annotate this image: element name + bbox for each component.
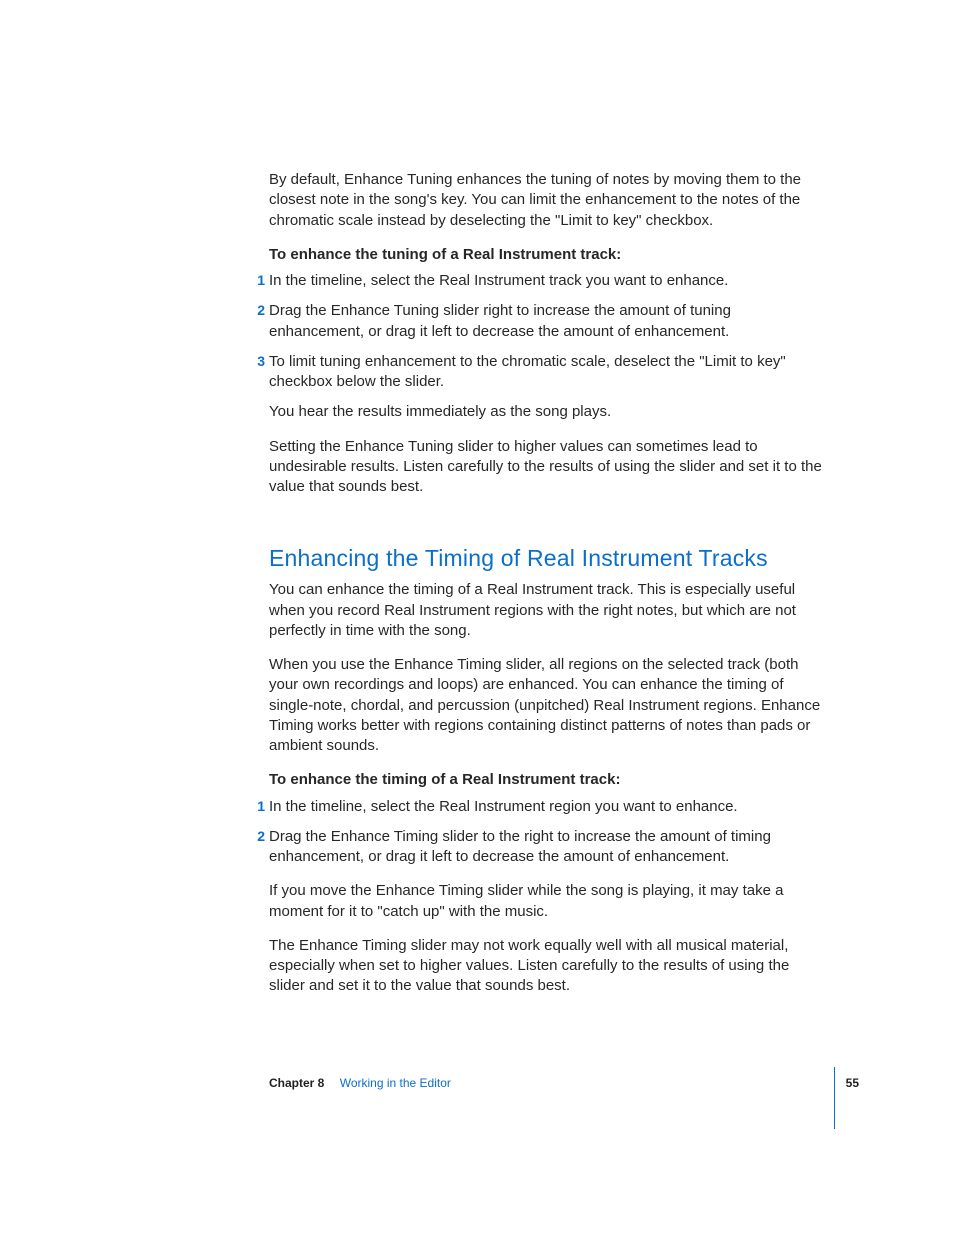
step-item: 1 In the timeline, select the Real Instr…	[269, 797, 829, 817]
page-content: By default, Enhance Tuning enhances the …	[269, 170, 829, 1011]
step-text: In the timeline, select the Real Instrum…	[269, 798, 738, 815]
step-number: 1	[251, 797, 265, 816]
step-text: In the timeline, select the Real Instrum…	[269, 272, 728, 289]
paragraph: You can enhance the timing of a Real Ins…	[269, 580, 829, 641]
paragraph: By default, Enhance Tuning enhances the …	[269, 170, 829, 231]
paragraph: You hear the results immediately as the …	[269, 402, 829, 422]
step-text: To limit tuning enhancement to the chrom…	[269, 353, 786, 390]
footer-divider	[834, 1067, 835, 1129]
step-number: 1	[251, 271, 265, 290]
step-number: 3	[251, 352, 265, 371]
step-number: 2	[251, 827, 265, 846]
paragraph: Setting the Enhance Tuning slider to hig…	[269, 437, 829, 498]
paragraph: When you use the Enhance Timing slider, …	[269, 655, 829, 756]
step-item: 2 Drag the Enhance Timing slider to the …	[269, 827, 829, 868]
paragraph: If you move the Enhance Timing slider wh…	[269, 881, 829, 922]
section-heading: Enhancing the Timing of Real Instrument …	[269, 543, 829, 574]
step-item: 2 Drag the Enhance Tuning slider right t…	[269, 301, 829, 342]
step-text: Drag the Enhance Tuning slider right to …	[269, 302, 731, 339]
step-item: 1 In the timeline, select the Real Instr…	[269, 271, 829, 291]
chapter-title: Working in the Editor	[340, 1076, 451, 1090]
step-number: 2	[251, 301, 265, 320]
paragraph: The Enhance Timing slider may not work e…	[269, 936, 829, 997]
chapter-number-label: Chapter 8	[269, 1076, 324, 1090]
procedure-title-timing: To enhance the timing of a Real Instrume…	[269, 770, 829, 790]
step-item: 3 To limit tuning enhancement to the chr…	[269, 352, 829, 393]
page-number: 55	[846, 1075, 859, 1091]
step-text: Drag the Enhance Timing slider to the ri…	[269, 828, 771, 865]
procedure-title-tuning: To enhance the tuning of a Real Instrume…	[269, 245, 829, 265]
page-footer: Chapter 8 Working in the Editor 55	[269, 1075, 859, 1091]
